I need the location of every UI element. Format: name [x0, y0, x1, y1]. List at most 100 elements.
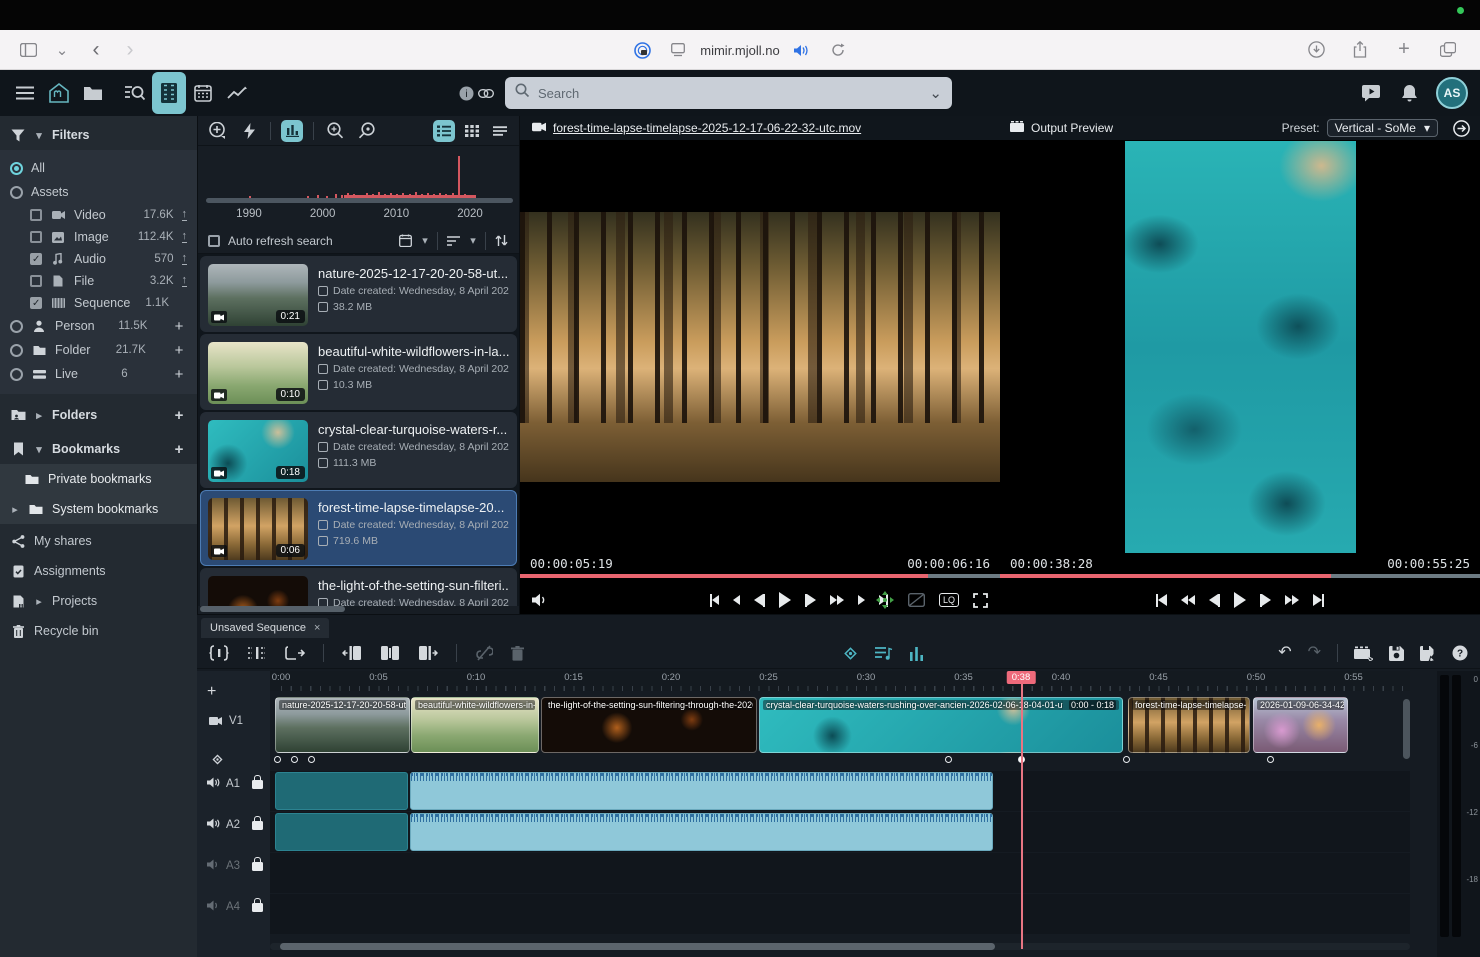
upload-icon[interactable]: ↑ — [182, 275, 188, 287]
a4-track-lane[interactable] — [270, 894, 1410, 934]
append-edit-icon[interactable] — [285, 645, 305, 661]
date-filter-chevron-icon[interactable]: ▾ — [420, 234, 430, 247]
grid-view-icon[interactable] — [461, 120, 483, 142]
quick-actions-lightning-icon[interactable] — [238, 120, 260, 142]
sidebar-toggle-icon[interactable] — [14, 36, 42, 64]
mimir-home-logo[interactable] — [42, 76, 76, 110]
undo-icon[interactable]: ↶ — [1278, 645, 1291, 661]
radio-icon[interactable] — [10, 320, 23, 333]
folder-add-icon[interactable]: + — [171, 342, 187, 359]
info-icon[interactable]: i — [456, 76, 476, 110]
upload-icon[interactable]: ↑ — [182, 209, 188, 221]
step-forward-icon[interactable] — [1260, 592, 1271, 608]
source-filename-link[interactable]: forest-time-lapse-timelapse-2025-12-17-0… — [553, 121, 861, 135]
fast-forward-icon[interactable] — [830, 592, 844, 608]
date-filter-icon[interactable] — [397, 233, 413, 249]
live-add-icon[interactable]: + — [171, 366, 187, 383]
system-bookmarks-chevron-icon[interactable]: ▸ — [10, 503, 20, 516]
step-forward-icon[interactable] — [805, 592, 816, 608]
lock-icon[interactable] — [252, 780, 263, 789]
filter-radio-all[interactable]: All — [0, 156, 197, 180]
keyframe-marker[interactable] — [274, 756, 281, 763]
add-asset-icon[interactable] — [206, 120, 228, 142]
filter-radio-person[interactable]: Person 11.5K + — [0, 314, 197, 338]
share-icon[interactable] — [1346, 36, 1374, 64]
auto-refresh-checkbox[interactable] — [208, 235, 220, 247]
folders-section-header[interactable]: ▸ Folders + — [0, 400, 197, 430]
sidebar-item-recycle-bin[interactable]: Recycle bin — [0, 616, 197, 646]
mark-out-icon[interactable] — [858, 592, 865, 608]
asset-list-item[interactable]: 0:10 beautiful-white-wildflowers-in-la..… — [200, 334, 517, 410]
search-input[interactable] — [538, 86, 929, 101]
playhead-time-badge[interactable]: 0:38 — [1007, 671, 1036, 684]
address-bar-url[interactable]: mimir.mjoll.no — [700, 43, 779, 58]
sort-chevron-icon[interactable]: ▾ — [468, 234, 478, 247]
trim-both-icon[interactable] — [380, 645, 400, 661]
checkbox-checked-icon[interactable]: ✓ — [30, 253, 42, 265]
search-settings-icon[interactable] — [356, 120, 378, 142]
back-button[interactable]: ‹ — [82, 36, 110, 64]
projects-chevron-icon[interactable]: ▸ — [34, 595, 44, 608]
radio-icon[interactable] — [10, 344, 23, 357]
media-library-nav-icon-active[interactable] — [152, 72, 186, 114]
upload-icon[interactable]: ↑ — [182, 231, 188, 243]
checkbox-icon[interactable] — [30, 231, 42, 243]
sidebar-chevron-icon[interactable]: ⌄ — [48, 36, 76, 64]
compact-view-icon[interactable] — [489, 120, 511, 142]
lock-icon[interactable] — [252, 862, 263, 871]
filter-type-video[interactable]: Video 17.6K ↑ — [0, 204, 197, 226]
calendar-nav-icon[interactable] — [186, 76, 220, 110]
checkbox-icon[interactable] — [30, 209, 42, 221]
timeline-scroll-area[interactable]: 0:000:050:100:150:200:250:300:350:400:45… — [270, 671, 1410, 957]
timeline-ruler[interactable]: 0:000:050:100:150:200:250:300:350:400:45… — [270, 671, 1410, 691]
person-add-icon[interactable]: + — [171, 318, 187, 335]
sidebar-item-projects[interactable]: ▸ Projects — [0, 586, 197, 616]
tab-audio-icon[interactable] — [788, 36, 816, 64]
output-progress-bar[interactable] — [1000, 574, 1480, 578]
audio-track-header-a2[interactable]: A2 — [197, 818, 270, 832]
timeline-clip[interactable]: 2026-01-09-06-34-42-ut — [1253, 697, 1348, 753]
keyframe-tool-icon[interactable] — [842, 645, 859, 661]
audio-track-header-a4[interactable]: A4 — [197, 900, 270, 914]
filter-type-file[interactable]: File 3.2K ↑ — [0, 270, 197, 292]
bookmarks-section-header[interactable]: ▾ Bookmarks + — [0, 434, 197, 464]
sidebar-item-system-bookmarks[interactable]: ▸ System bookmarks — [0, 494, 197, 524]
keyframe-marker[interactable] — [1123, 756, 1130, 763]
analytics-nav-icon[interactable] — [220, 76, 254, 110]
filters-chevron-icon[interactable]: ▾ — [34, 129, 44, 142]
keyframe-marker[interactable] — [945, 756, 952, 763]
global-search-bar[interactable]: ⌄ — [505, 77, 952, 109]
checkbox-icon[interactable] — [30, 275, 42, 287]
save-as-icon[interactable] — [1420, 645, 1436, 661]
asset-list-item[interactable]: the-light-of-the-setting-sun-filteri... … — [200, 568, 517, 606]
play-button[interactable] — [779, 592, 791, 608]
radio-icon[interactable] — [10, 186, 23, 199]
sort-order-icon[interactable] — [493, 233, 509, 249]
rewind-icon[interactable] — [1181, 592, 1195, 608]
folders-chevron-icon[interactable]: ▸ — [34, 409, 44, 422]
sequence-tab[interactable]: Unsaved Sequence × — [201, 618, 329, 638]
checkbox-checked-icon[interactable]: ✓ — [30, 297, 42, 309]
search-chevron-icon[interactable]: ⌄ — [929, 84, 942, 102]
asset-list-item[interactable]: 0:21 nature-2025-12-17-20-20-58-ut... Da… — [200, 256, 517, 332]
new-tab-icon[interactable]: + — [1390, 36, 1418, 64]
audio-track-header-a3[interactable]: A3 — [197, 859, 270, 873]
step-back-icon[interactable] — [1209, 592, 1220, 608]
radio-icon[interactable] — [10, 368, 23, 381]
speaker-icon[interactable] — [207, 859, 220, 873]
link-icon[interactable] — [476, 76, 496, 110]
filter-radio-folder[interactable]: Folder 21.7K + — [0, 338, 197, 362]
goto-in-icon[interactable] — [710, 592, 719, 608]
audio-clip[interactable] — [275, 813, 408, 851]
speaker-icon[interactable] — [207, 818, 220, 832]
playhead-line[interactable] — [1021, 671, 1023, 949]
fullscreen-icon[interactable] — [973, 592, 988, 608]
asset-list-item-selected[interactable]: 0:06 forest-time-lapse-timelapse-20... D… — [200, 490, 517, 566]
mark-in-icon[interactable] — [733, 592, 740, 608]
source-video-viewport[interactable] — [520, 212, 1000, 482]
add-track-icon[interactable]: + — [207, 683, 216, 701]
lock-icon[interactable] — [252, 821, 263, 830]
fast-forward-icon[interactable] — [1285, 592, 1299, 608]
filter-type-image[interactable]: Image 112.4K ↑ — [0, 226, 197, 248]
sequence-tab-close-icon[interactable]: × — [314, 622, 320, 634]
